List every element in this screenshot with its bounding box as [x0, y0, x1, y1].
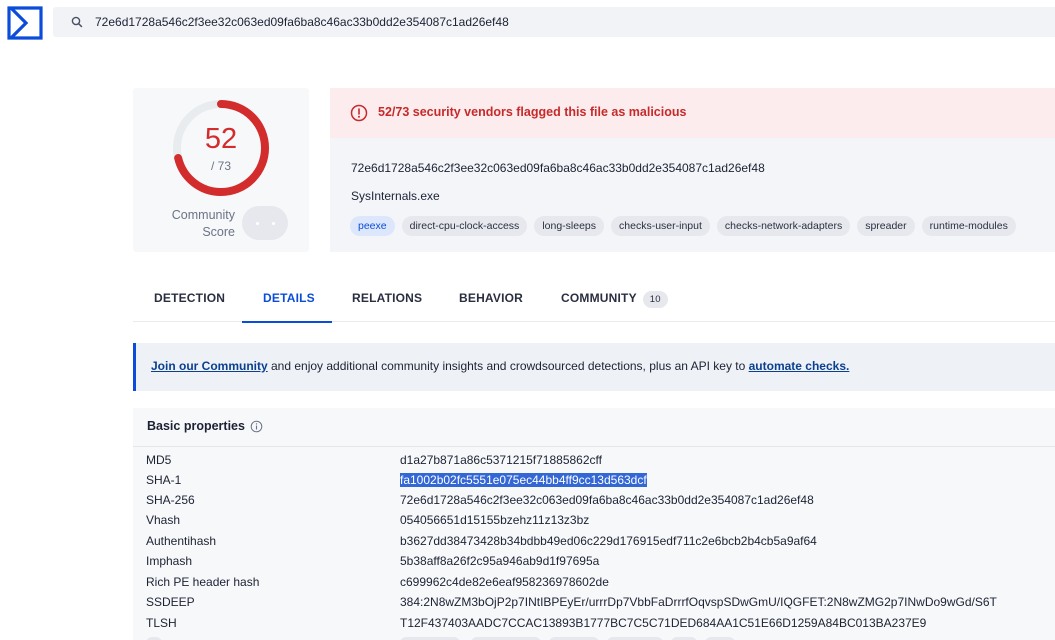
search-icon [71, 16, 83, 28]
search-bar[interactable] [53, 7, 1055, 37]
property-key: Authentihash [146, 534, 217, 548]
property-value[interactable]: d1a27b871a86c5371215f71885862cff [400, 453, 602, 467]
total-vendors: / 73 [210, 159, 231, 173]
tab-behavior[interactable]: BEHAVIOR [438, 284, 539, 322]
search-input[interactable] [95, 11, 1035, 33]
property-row: MD5 d1a27b871a86c5371215f71885862cff [133, 450, 1055, 470]
banner-text: Join our Community and enjoy additional … [151, 359, 850, 373]
tab-details[interactable]: DETAILS [242, 284, 332, 323]
info-icon[interactable] [250, 420, 263, 433]
file-hash: 72e6d1728a546c2f3ee32c063ed09fa6ba8c46ac… [351, 161, 765, 175]
community-count-badge: 10 [642, 291, 668, 308]
join-community-link[interactable]: Join our Community [151, 359, 268, 373]
property-row: Rich PE header hash c699962c4de82e6eaf95… [133, 572, 1055, 592]
property-row: TLSH T12F437403AADC7CCAC13893B1777BC7C5C… [133, 613, 1055, 633]
community-score-vote[interactable] [242, 206, 288, 240]
property-key: Vhash [146, 513, 181, 527]
property-value[interactable]: 384:2N8wZM3bOjP2p7INtIBPEyEr/urrrDp7VbbF… [400, 595, 997, 609]
property-value[interactable]: c699962c4de82e6eaf958236978602de [400, 575, 609, 589]
property-value[interactable]: T12F437403AADC7CCAC13893B1777BC7C5C71DED… [400, 616, 926, 630]
property-row: SSDEEP 384:2N8wZM3bOjP2p7INtIBPEyEr/urrr… [133, 592, 1055, 612]
community-score-label: Community Score [171, 208, 235, 239]
property-row: Authentihash b3627dd38473428b34bdbb49ed0… [133, 531, 1055, 551]
tag-item[interactable]: long-sleeps [534, 216, 605, 236]
malicious-alert: 52/73 security vendors flagged this file… [330, 88, 1055, 138]
alert-circle-icon [350, 104, 368, 122]
property-key: Rich PE header hash [146, 575, 260, 589]
tab-community[interactable]: COMMUNITY 10 [539, 284, 689, 322]
basic-properties-title: Basic properties [147, 419, 245, 433]
property-key: MD5 [146, 453, 172, 467]
property-key: SHA-1 [146, 473, 182, 487]
property-value[interactable]: 054056651d15155bzehz11z13z3bz [400, 513, 589, 527]
tab-relations[interactable]: RELATIONS [332, 284, 438, 322]
basic-properties-panel: Basic properties MD5 d1a27b871a86c537121… [133, 408, 1055, 640]
file-name: SysInternals.exe [351, 189, 440, 203]
alert-message: 52/73 security vendors flagged this file… [378, 105, 687, 119]
tag-item[interactable]: checks-user-input [611, 216, 710, 236]
property-row: Vhash 054056651d15155bzehz11z13z3bz [133, 510, 1055, 530]
automate-checks-link[interactable]: automate checks. [749, 359, 850, 373]
tag-item[interactable]: peexe [350, 216, 395, 236]
property-value[interactable]: b3627dd38473428b34bdbb49ed06c229d176915e… [400, 534, 817, 548]
property-row: SHA-1 fa1002b02fc5551e075ec44bb4ff9cc13d… [133, 470, 1055, 490]
tag-item[interactable]: checks-network-adapters [716, 216, 851, 236]
detection-score-card: 52 / 73 Community Score [133, 88, 309, 252]
property-row: SHA-256 72e6d1728a546c2f3ee32c063ed09fa6… [133, 490, 1055, 510]
tag-item[interactable]: direct-cpu-clock-access [401, 216, 528, 236]
tag-item[interactable]: runtime-modules [921, 216, 1016, 236]
tab-detection[interactable]: DETECTION [133, 284, 242, 322]
detected-count: 52 [204, 123, 238, 155]
property-key: TLSH [146, 616, 177, 630]
tag-list: peexe direct-cpu-clock-access long-sleep… [350, 216, 1016, 236]
tag-item[interactable]: spreader [857, 216, 915, 236]
virustotal-logo-icon[interactable] [7, 6, 43, 40]
report-tabs: DETECTION DETAILS RELATIONS BEHAVIOR COM… [133, 284, 1055, 323]
top-bar [0, 0, 1055, 46]
property-value[interactable]: 72e6d1728a546c2f3ee32c063ed09fa6ba8c46ac… [400, 493, 814, 507]
file-summary-card: 52/73 security vendors flagged this file… [330, 88, 1055, 252]
property-key: SHA-256 [146, 493, 195, 507]
community-banner: Join our Community and enjoy additional … [133, 343, 1055, 391]
property-value-selected[interactable]: fa1002b02fc5551e075ec44bb4ff9cc13d563dcf [400, 473, 647, 487]
property-key: SSDEEP [146, 595, 195, 609]
property-value[interactable]: 5b38aff8a26f2c95a946ab9d1f97695a [400, 554, 599, 568]
property-key: Imphash [146, 554, 193, 568]
property-row: Imphash 5b38aff8a26f2c95a946ab9d1f97695a [133, 551, 1055, 571]
